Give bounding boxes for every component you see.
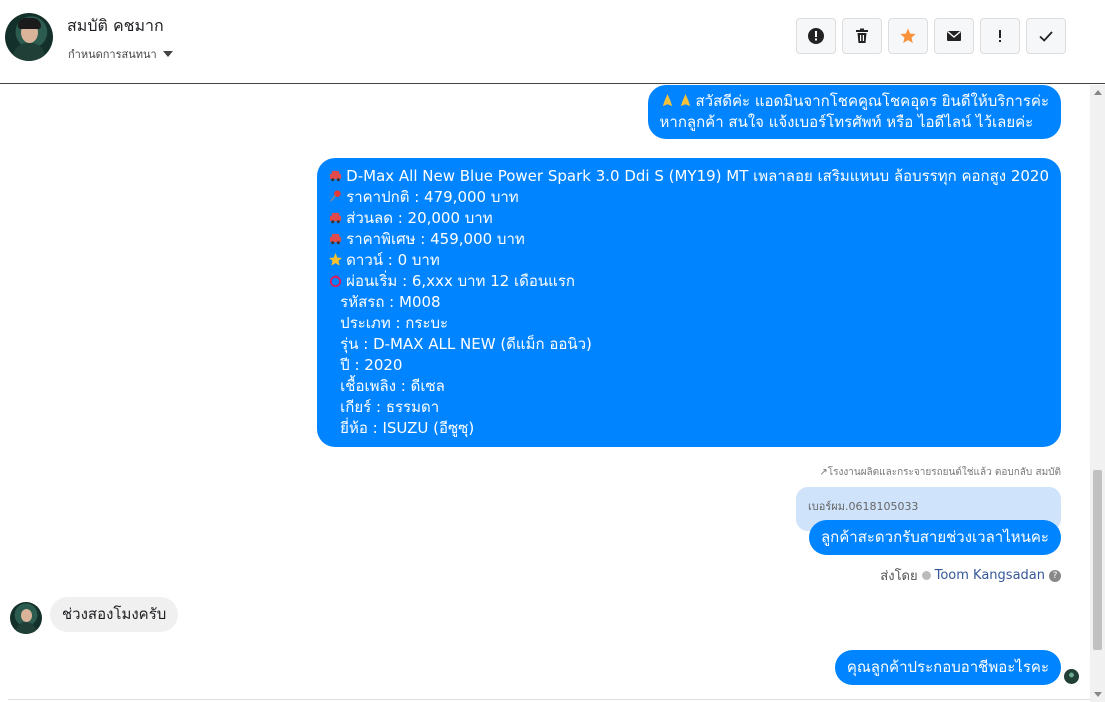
sent-by-info: ส่งโดย Toom Kangsadan ?	[880, 565, 1061, 586]
envelope-icon	[947, 30, 961, 41]
car-icon	[330, 170, 342, 182]
star-button[interactable]	[888, 18, 928, 54]
incoming-message[interactable]: ช่วงสองโมงครับ	[50, 597, 179, 632]
mark-done-button[interactable]	[1026, 18, 1066, 54]
action-toolbar	[796, 18, 1066, 54]
car-year: ปี : 2020	[340, 356, 403, 374]
car-discount: ส่วนลด : 20,000 บาท	[346, 209, 493, 227]
report-spam-button[interactable]	[796, 18, 836, 54]
outgoing-message-ask-time[interactable]: ลูกค้าสะดวกรับสายช่วงเวลาไหนคะ	[808, 520, 1061, 555]
scroll-down-arrow-icon[interactable]	[1094, 692, 1102, 697]
car-installment: ผ่อนเริ่ม : 6,xxx บาท 12 เดือนแรก	[346, 272, 575, 290]
outgoing-message-ask-job[interactable]: คุณลูกค้าประกอบอาชีพอะไรคะ	[834, 650, 1061, 685]
reply-context-label: ↗โรงงานผลิตและกระจายรถยนต์ใช่แล้ว ตอบกลั…	[819, 467, 1061, 478]
greeting-line-2: หากลูกค้า สนใจ แจ้งเบอร์โทรศัพท์ หรือ ไอ…	[659, 113, 1034, 131]
trash-icon	[856, 28, 868, 43]
mark-unread-button[interactable]	[934, 18, 974, 54]
car-price-normal: ราคาปกติ : 479,000 บาท	[346, 188, 519, 206]
agent-avatar-icon	[921, 571, 931, 580]
outgoing-message-greeting[interactable]: สวัสดีค่ะ แอดมินจากโชคคูณโชคอุดร ยินดีให…	[647, 85, 1061, 139]
greeting-line-1: สวัสดีค่ะ แอดมินจากโชคคูณโชคอุดร ยินดีให…	[695, 92, 1049, 110]
message-thread[interactable]: สวัสดีค่ะ แอดมินจากโชคคูณโชคอุดร ยินดีให…	[0, 85, 1090, 702]
chat-scrollbar[interactable]	[1090, 85, 1105, 702]
star-icon	[329, 252, 343, 266]
sent-by-prefix: ส่งโดย	[880, 569, 918, 584]
car-type: ประเภท : กระบะ	[340, 314, 449, 332]
car-gear: เกียร์ : ธรรมดา	[340, 398, 440, 416]
contact-name[interactable]: สมบัติ คชมาก	[67, 14, 164, 39]
car-title: D-Max All New Blue Power Spark 3.0 Ddi S…	[346, 167, 1049, 185]
outgoing-message-car-details[interactable]: D-Max All New Blue Power Spark 3.0 Ddi S…	[317, 158, 1061, 447]
checkmark-icon	[1039, 31, 1053, 42]
pushpin-icon	[330, 190, 341, 202]
contact-avatar[interactable]	[5, 13, 53, 61]
delete-button[interactable]	[842, 18, 882, 54]
car-icon	[330, 233, 342, 245]
caret-down-icon	[162, 51, 173, 57]
car-icon	[330, 212, 342, 224]
conversation-header: สมบัติ คชมาก กำหนดการสนทนา	[0, 0, 1105, 84]
help-icon[interactable]: ?	[1049, 569, 1061, 582]
car-down-payment: ดาวน์ : 0 บาท	[346, 251, 440, 269]
schedule-label: กำหนดการสนทนา	[68, 48, 157, 61]
alert-circle-icon	[808, 28, 824, 44]
sender-avatar[interactable]	[10, 602, 42, 634]
exclamation-icon	[999, 30, 1001, 42]
car-price-special: ราคาพิเศษ : 459,000 บาท	[346, 230, 525, 248]
scroll-up-arrow-icon[interactable]	[1094, 90, 1102, 95]
conversation-schedule-dropdown[interactable]: กำหนดการสนทนา	[68, 45, 173, 63]
car-fuel: เชื้อเพลิง : ดีเซล	[340, 377, 445, 395]
seen-receipt-avatar	[1064, 669, 1079, 684]
praying-hands-icon	[680, 93, 690, 107]
cycle-icon	[330, 274, 342, 288]
reply-arrow-icon: ↗	[819, 467, 828, 478]
composer-divider	[8, 699, 1090, 700]
mark-important-button[interactable]	[980, 18, 1020, 54]
scrollbar-thumb[interactable]	[1093, 470, 1102, 650]
car-code: รหัสรถ : M008	[340, 293, 441, 311]
star-icon	[900, 28, 916, 43]
agent-name[interactable]: Toom Kangsadan	[935, 568, 1045, 583]
car-model: รุ่น : D-MAX ALL NEW (ดีแม็ก ออนิว)	[340, 335, 592, 353]
praying-hands-icon	[662, 93, 672, 107]
car-brand: ยี่ห้อ : ISUZU (อีซูซุ)	[340, 419, 475, 437]
